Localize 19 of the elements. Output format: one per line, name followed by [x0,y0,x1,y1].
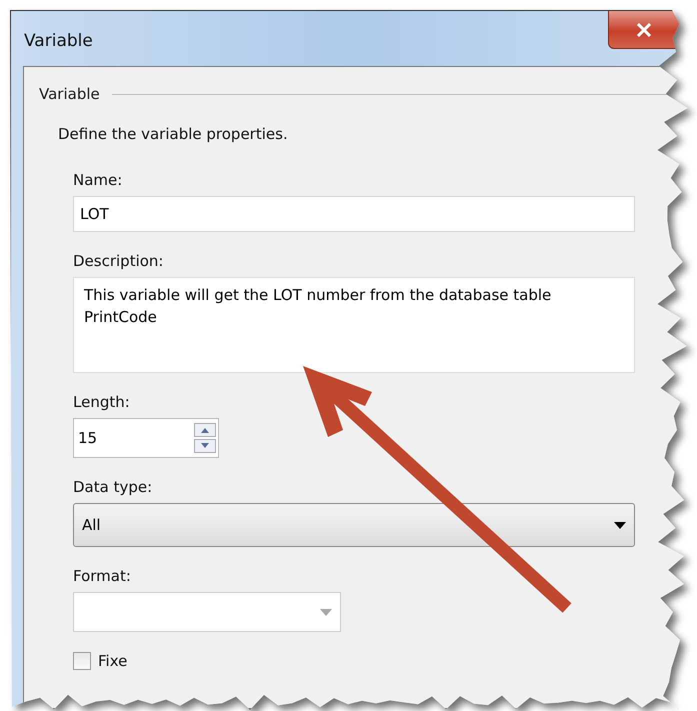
window-title: Variable [24,30,93,50]
checkbox[interactable] [73,652,91,670]
spin-down-icon[interactable] [194,439,216,453]
group-description: Define the variable properties. [58,125,289,143]
field-label: Format: [73,567,132,585]
text-field[interactable]: LOT [73,196,635,232]
field-label: Name: [73,171,124,189]
close-icon [636,22,652,36]
caret-icon [614,522,626,528]
checkbox-label: Fixe [98,652,128,670]
field-label: Length: [73,393,131,411]
field-label: Data type: [73,478,154,496]
caret-icon [320,608,332,616]
text-area[interactable]: This variable will get the LOT number from the database table PrintCode [73,277,635,373]
spin-up-icon[interactable] [194,423,216,437]
spinner-field[interactable]: 15 [73,418,219,458]
field-label: Description: [73,252,164,270]
group-title: Variable [39,85,100,103]
dropdown[interactable]: All [73,503,635,547]
